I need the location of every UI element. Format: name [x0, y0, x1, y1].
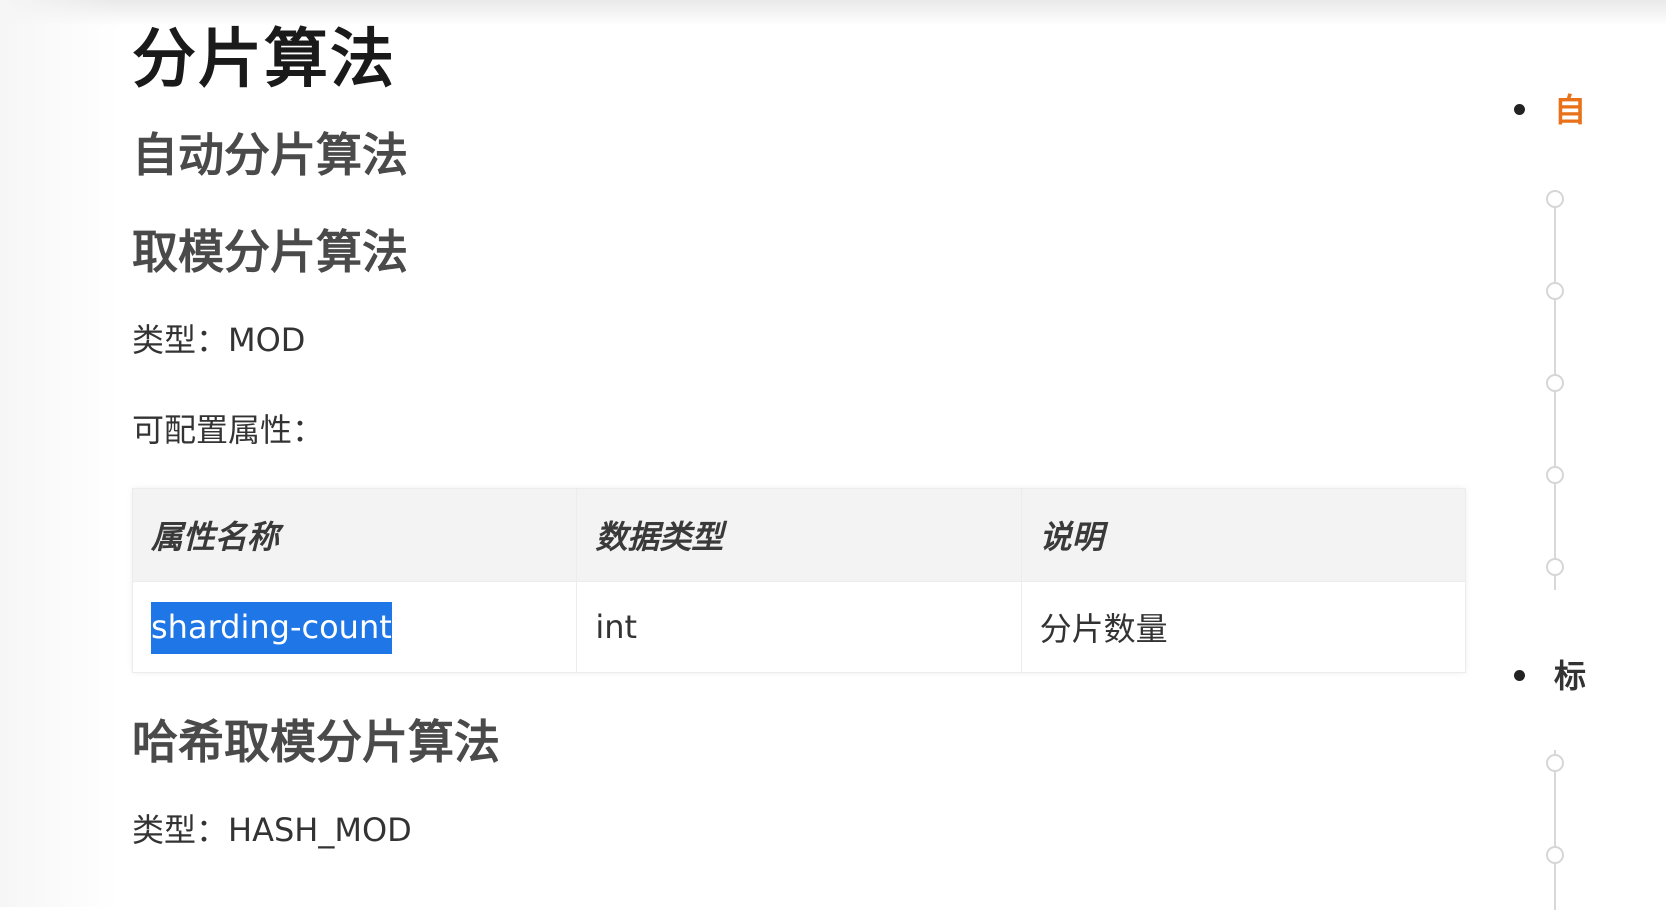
toc-node-icon[interactable] [1546, 374, 1564, 392]
toc-item-1[interactable]: 自 [1554, 90, 1586, 130]
hash-mod-type-text: 类型：HASH_MOD [132, 811, 412, 849]
cell-description: 分片数量 [1020, 581, 1467, 673]
configurable-properties-label: 可配置属性： [132, 411, 325, 449]
table-row: sharding-count int 分片数量 [131, 581, 1467, 673]
toc-bullet-icon [1514, 670, 1525, 681]
page-title: 分片算法 [132, 23, 396, 97]
toc-node-icon[interactable] [1546, 282, 1564, 300]
mod-type-text: 类型：MOD [132, 321, 306, 359]
header-description: 说明 [1020, 488, 1467, 582]
section-heading-auto: 自动分片算法 [132, 128, 408, 182]
section-heading-hash-mod: 哈希取模分片算法 [132, 715, 500, 769]
toc-connector-line [1554, 750, 1556, 910]
toc-item-2[interactable]: 标 [1554, 656, 1586, 696]
toc-node-icon[interactable] [1546, 846, 1564, 864]
header-data-type: 数据类型 [576, 488, 1022, 582]
cell-data-type: int [576, 581, 1022, 673]
toc-node-icon[interactable] [1546, 558, 1564, 576]
page-left-fade [0, 0, 120, 907]
toc-node-icon[interactable] [1546, 190, 1564, 208]
header-property-name: 属性名称 [131, 488, 578, 582]
cell-property-name[interactable]: sharding-count [131, 581, 578, 673]
properties-table: 属性名称 数据类型 说明 sharding-count int 分片数量 [131, 488, 1467, 673]
toc-bullet-icon [1514, 104, 1525, 115]
toc-node-icon[interactable] [1546, 466, 1564, 484]
table-of-contents: 自 标 [1490, 0, 1666, 910]
toc-node-icon[interactable] [1546, 754, 1564, 772]
table-header-row: 属性名称 数据类型 说明 [131, 488, 1467, 582]
selected-text[interactable]: sharding-count [151, 602, 392, 654]
section-heading-mod: 取模分片算法 [132, 225, 408, 279]
